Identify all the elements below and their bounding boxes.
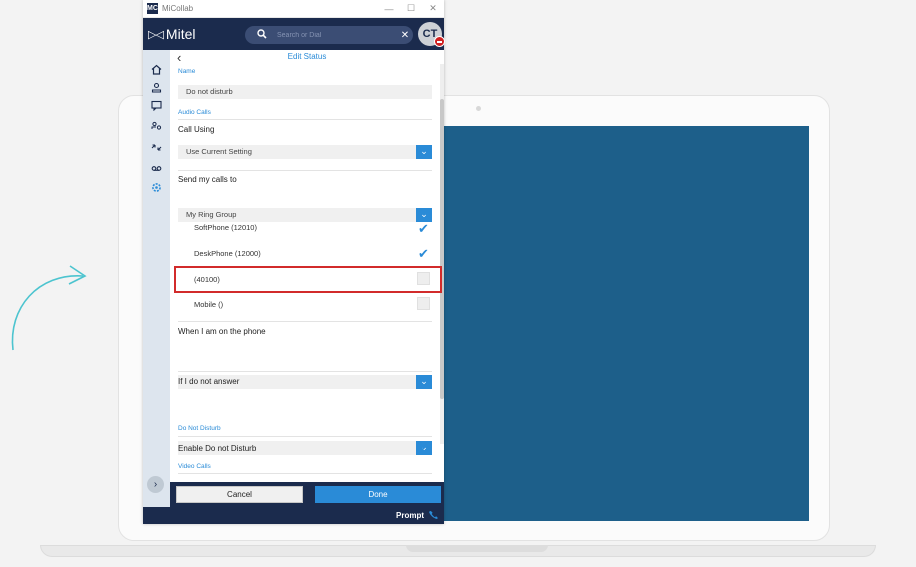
scroll-thumb[interactable] [440,99,444,399]
divider [178,119,432,120]
cancel-button[interactable]: Cancel [176,486,303,503]
scrollbar[interactable] [440,64,444,444]
dnd-section-label: Do Not Disturb [178,425,221,432]
prompt-label: Prompt [396,511,424,520]
send-calls-value: My Ring Group [186,210,237,219]
title-bar: MC MiCollab — ☐ ✕ [143,0,444,18]
name-input[interactable]: Do not disturb [178,85,432,99]
clear-search-icon[interactable]: ✕ [397,30,413,41]
app-logo-icon: MC [147,3,158,14]
mobile-checkbox[interactable] [417,297,430,310]
search-input[interactable] [271,31,397,39]
prompt-button[interactable]: Prompt [396,510,438,521]
expand-sidebar-button[interactable]: › [147,476,164,493]
call-using-label: Call Using [178,125,215,134]
status-bar: Prompt [143,507,444,524]
home-icon[interactable] [149,64,164,79]
no-answer-label: If I do not answer [178,377,240,386]
maximize-button[interactable]: ☐ [400,3,422,14]
curved-arrow-icon [11,265,87,351]
enable-dnd-checkbox[interactable]: ✔ [417,442,430,455]
chevron-right-icon: › [153,479,158,490]
sidebar: › [143,50,170,524]
stage: MC MiCollab — ☐ ✕ ▷◁ Mitel ✕ CT [0,0,916,567]
send-calls-label: Send my calls to [178,175,237,184]
people-icon[interactable] [149,121,164,136]
brand-name: Mitel [165,26,196,42]
call-history-icon[interactable] [149,142,164,157]
mitel-logo-icon: ▷◁ [148,28,164,41]
softphone-checkbox[interactable]: ✔ [417,222,430,235]
panel-title: Edit Status [287,52,327,61]
divider [178,170,432,171]
app-header: ▷◁ Mitel ✕ [143,18,444,50]
search-icon [257,28,271,42]
call-using-select[interactable]: Use Current Setting ⌄ [178,145,432,159]
laptop-screen [441,126,809,521]
settings-icon[interactable] [149,182,164,197]
done-button[interactable]: Done [315,486,441,503]
video-calls-label: Video Calls [178,463,211,470]
voicemail-icon[interactable] [149,163,164,178]
divider [178,473,432,474]
divider [178,436,432,437]
laptop-notch [406,545,548,552]
search-bar[interactable]: ✕ [245,26,413,44]
divider [178,321,432,322]
contacts-icon[interactable] [149,82,164,97]
option-softphone-label: SoftPhone (12010) [194,223,257,232]
phone-icon [429,510,438,521]
option-deskphone-label: DeskPhone (12000) [194,249,261,258]
micollab-window: MC MiCollab — ☐ ✕ ▷◁ Mitel ✕ CT [143,0,445,524]
deskphone-checkbox[interactable]: ✔ [417,247,430,260]
avatar[interactable]: CT [418,22,445,47]
highlight-box [174,266,442,293]
chevron-down-icon[interactable]: ⌄ [416,145,432,159]
window-title: MiCollab [162,4,194,13]
divider [178,371,432,372]
on-phone-label: When I am on the phone [178,327,266,336]
chat-icon[interactable] [149,100,164,115]
send-calls-select[interactable]: My Ring Group ⌄ [178,208,432,222]
option-mobile-label: Mobile () [194,300,224,309]
audio-calls-label: Audio Calls [178,109,211,116]
brand: ▷◁ Mitel [148,26,195,42]
dnd-status-badge [434,36,445,47]
minimize-button[interactable]: — [378,4,400,14]
footer-actions: Cancel Done [170,482,444,507]
chevron-down-icon[interactable]: ⌄ [416,208,432,222]
enable-dnd-label: Enable Do not Disturb [178,444,257,453]
call-using-value: Use Current Setting [186,147,252,156]
close-button[interactable]: ✕ [422,3,444,14]
name-label: Name [178,68,196,75]
laptop-camera [476,106,481,111]
